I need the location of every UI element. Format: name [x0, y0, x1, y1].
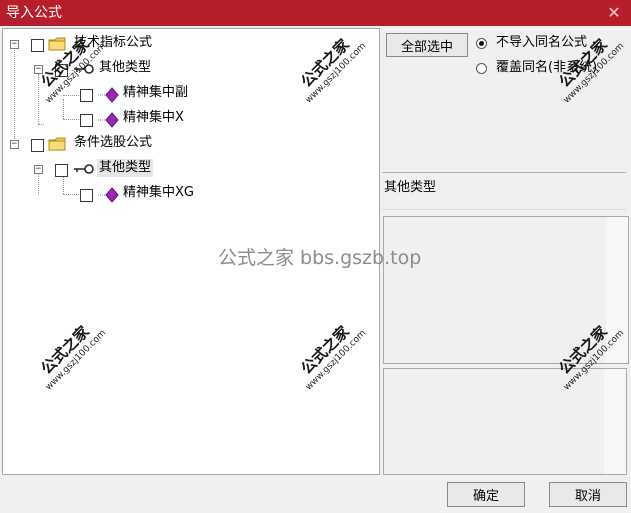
- node-checkbox[interactable]: [55, 164, 68, 177]
- radio-overwrite[interactable]: [476, 63, 487, 74]
- purple-diamond-icon: [98, 87, 119, 103]
- watermark-text: 公式之家 bbs.gszb.top: [218, 247, 422, 269]
- scrollbar[interactable]: [604, 369, 626, 474]
- node-label: 精神集中副: [123, 85, 189, 100]
- collapse-icon[interactable]: −: [10, 140, 19, 149]
- node-label: 精神集中XG: [123, 185, 194, 200]
- tree-node-screening[interactable]: − 条件选股公式: [3, 135, 203, 156]
- tree-node-formula[interactable]: 精神集中XG: [3, 185, 223, 206]
- purple-diamond-icon: [98, 187, 119, 203]
- select-all-button[interactable]: 全部选中: [386, 33, 468, 57]
- node-label: 其他类型: [97, 159, 154, 177]
- formula-type-text: 其他类型: [384, 180, 437, 195]
- title-bar: 导入公式 ✕: [0, 0, 631, 26]
- tree-node-other-type[interactable]: − 其他类型: [3, 159, 203, 181]
- node-label: 条件选股公式: [74, 135, 153, 150]
- tree-node-formula[interactable]: 精神集中X: [3, 110, 223, 131]
- node-label: 精神集中X: [123, 110, 184, 125]
- close-icon[interactable]: ✕: [605, 0, 623, 26]
- node-checkbox[interactable]: [31, 139, 44, 152]
- node-checkbox[interactable]: [31, 39, 44, 52]
- window-title: 导入公式: [6, 5, 62, 21]
- radio-no-import[interactable]: [476, 38, 487, 49]
- cancel-button[interactable]: 取消: [549, 482, 627, 507]
- ok-button[interactable]: 确定: [447, 482, 525, 507]
- formula-type-info: 其他类型: [382, 172, 626, 210]
- folder-icon: [48, 137, 66, 151]
- purple-diamond-icon: [98, 112, 119, 128]
- node-checkbox[interactable]: [80, 189, 93, 202]
- radio-no-import-label[interactable]: 不导入同名公式: [496, 35, 587, 51]
- node-checkbox[interactable]: [80, 114, 93, 127]
- collapse-icon[interactable]: −: [34, 165, 43, 174]
- collapse-icon[interactable]: −: [10, 40, 19, 49]
- key-icon: [74, 164, 94, 174]
